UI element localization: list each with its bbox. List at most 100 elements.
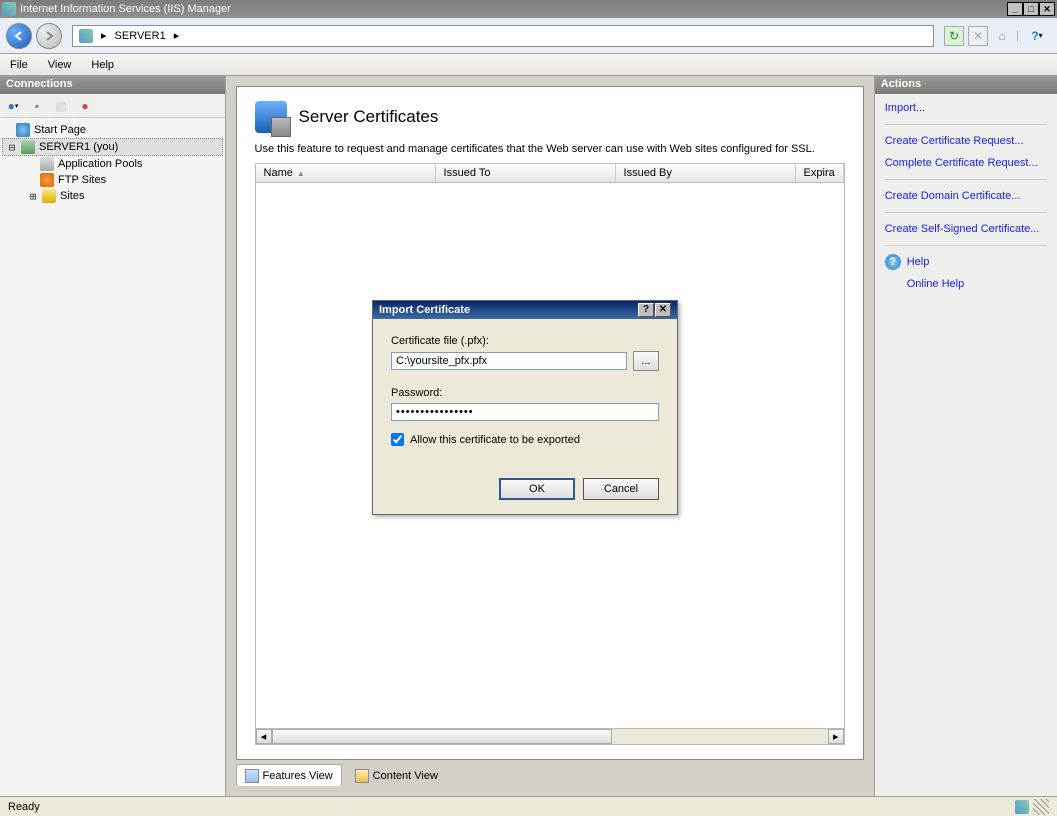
- allow-export-checkbox-row[interactable]: Allow this certificate to be exported: [391, 433, 659, 446]
- scroll-track[interactable]: [272, 729, 828, 744]
- action-complete-request[interactable]: Complete Certificate Request...: [885, 155, 1047, 171]
- maximize-button[interactable]: □: [1023, 2, 1039, 16]
- password-input[interactable]: [391, 403, 659, 421]
- scroll-thumb[interactable]: [272, 729, 612, 744]
- cancel-button[interactable]: Cancel: [583, 478, 659, 500]
- expand-icon[interactable]: ⊞: [28, 190, 38, 203]
- ok-button[interactable]: OK: [499, 478, 575, 500]
- menu-help[interactable]: Help: [91, 59, 114, 71]
- dialog-title: Import Certificate: [379, 304, 470, 316]
- tree-ftp-sites[interactable]: FTP Sites: [2, 172, 223, 188]
- minimize-button[interactable]: _: [1007, 2, 1023, 16]
- horizontal-scrollbar[interactable]: ◂ ▸: [256, 728, 844, 744]
- dialog-help-button[interactable]: ?: [638, 303, 654, 317]
- tree-label: Sites: [60, 190, 84, 202]
- tree-label: SERVER1 (you): [39, 141, 118, 153]
- app-pools-icon: [40, 157, 54, 171]
- sort-asc-icon: ▲: [297, 169, 305, 178]
- globe-icon: ●: [8, 99, 15, 113]
- tab-content-view[interactable]: Content View: [346, 764, 447, 786]
- column-issued-by[interactable]: Issued By: [616, 164, 796, 182]
- remove-icon: ●: [81, 99, 88, 113]
- refresh-icon: ↻: [949, 29, 959, 43]
- file-label: Certificate file (.pfx):: [391, 335, 659, 347]
- connect-button[interactable]: ●▾: [4, 97, 22, 115]
- stop-icon: ✕: [973, 29, 983, 43]
- column-name[interactable]: Name▲: [256, 164, 436, 182]
- page-title: Server Certificates: [299, 107, 439, 127]
- tree-start-page[interactable]: Start Page: [2, 122, 223, 138]
- save-button[interactable]: ▪: [28, 97, 46, 115]
- dialog-close-button[interactable]: ✕: [655, 303, 671, 317]
- breadcrumb-icon: [79, 29, 93, 43]
- breadcrumb[interactable]: ▸ SERVER1 ▸: [72, 25, 934, 47]
- page-header: Server Certificates: [255, 101, 845, 133]
- tab-label: Features View: [263, 770, 333, 782]
- column-issued-to[interactable]: Issued To: [436, 164, 616, 182]
- help-icon: ?: [1031, 29, 1038, 43]
- action-import[interactable]: Import...: [885, 100, 1047, 116]
- view-tabs: Features View Content View: [236, 764, 864, 786]
- forward-button[interactable]: [36, 23, 62, 49]
- tree-label: Start Page: [34, 124, 86, 136]
- content-icon: [355, 769, 369, 783]
- help-icon: ?: [885, 254, 901, 270]
- password-label: Password:: [391, 387, 659, 399]
- browse-button[interactable]: ...: [633, 351, 659, 371]
- breadcrumb-chevron: ▸: [101, 29, 107, 42]
- refresh-button[interactable]: ↻: [944, 26, 964, 46]
- action-create-domain[interactable]: Create Domain Certificate...: [885, 188, 1047, 204]
- stop-button[interactable]: ✕: [968, 26, 988, 46]
- server-certificates-icon: [255, 101, 287, 133]
- status-config-icon: [1015, 800, 1029, 814]
- up-icon: ▧: [55, 99, 66, 113]
- scroll-right-button[interactable]: ▸: [828, 729, 844, 744]
- allow-export-checkbox[interactable]: [391, 433, 404, 446]
- status-bar: Ready: [0, 796, 1057, 816]
- column-headers: Name▲ Issued To Issued By Expira: [255, 163, 845, 183]
- tab-label: Content View: [373, 770, 438, 782]
- tree-label: FTP Sites: [58, 174, 106, 186]
- tree-server-node[interactable]: ⊟ SERVER1 (you): [2, 138, 223, 156]
- actions-body: Import... Create Certificate Request... …: [875, 94, 1057, 298]
- resize-grip[interactable]: [1033, 799, 1049, 815]
- app-icon: [2, 2, 16, 16]
- window-titlebar: Internet Information Services (IIS) Mana…: [0, 0, 1057, 18]
- breadcrumb-server[interactable]: SERVER1: [115, 30, 166, 42]
- breadcrumb-chevron: ▸: [174, 29, 180, 42]
- scroll-left-button[interactable]: ◂: [256, 729, 272, 744]
- action-help[interactable]: ? Help: [885, 254, 1047, 270]
- menu-file[interactable]: File: [10, 59, 28, 71]
- connections-header: Connections: [0, 76, 225, 94]
- features-icon: [245, 769, 259, 783]
- action-online-help[interactable]: Online Help: [885, 276, 1047, 292]
- window-controls: _ □ ✕: [1007, 2, 1055, 16]
- connections-toolbar: ●▾ ▪ ▧ ●: [0, 94, 225, 118]
- column-expiration[interactable]: Expira: [796, 164, 844, 182]
- home-button[interactable]: ⌂: [992, 26, 1012, 46]
- tree-label: Application Pools: [58, 158, 142, 170]
- window-title: Internet Information Services (IIS) Mana…: [20, 3, 231, 15]
- actions-panel: Actions Import... Create Certificate Req…: [874, 76, 1057, 796]
- dialog-titlebar[interactable]: Import Certificate ? ✕: [373, 301, 677, 319]
- globe-icon: [16, 123, 30, 137]
- connections-panel: Connections ●▾ ▪ ▧ ● Start Page ⊟ SERVER…: [0, 76, 226, 796]
- action-create-request[interactable]: Create Certificate Request...: [885, 133, 1047, 149]
- up-button[interactable]: ▧: [52, 97, 70, 115]
- help-dropdown-button[interactable]: ? ▾: [1023, 26, 1051, 46]
- collapse-icon[interactable]: ⊟: [7, 141, 17, 154]
- close-button[interactable]: ✕: [1039, 2, 1055, 16]
- allow-export-label: Allow this certificate to be exported: [410, 434, 580, 446]
- certificate-file-input[interactable]: [391, 352, 627, 370]
- tree-sites[interactable]: ⊞ Sites: [2, 188, 223, 204]
- arrow-left-icon: [13, 30, 25, 42]
- menu-view[interactable]: View: [48, 59, 72, 71]
- remove-button[interactable]: ●: [76, 97, 94, 115]
- navigation-toolbar: ▸ SERVER1 ▸ ↻ ✕ ⌂ | ? ▾: [0, 18, 1057, 54]
- connections-tree: Start Page ⊟ SERVER1 (you) Application P…: [0, 118, 225, 208]
- help-link[interactable]: Help: [907, 254, 930, 270]
- tree-app-pools[interactable]: Application Pools: [2, 156, 223, 172]
- tab-features-view[interactable]: Features View: [236, 764, 342, 786]
- back-button[interactable]: [6, 23, 32, 49]
- action-create-self-signed[interactable]: Create Self-Signed Certificate...: [885, 221, 1047, 237]
